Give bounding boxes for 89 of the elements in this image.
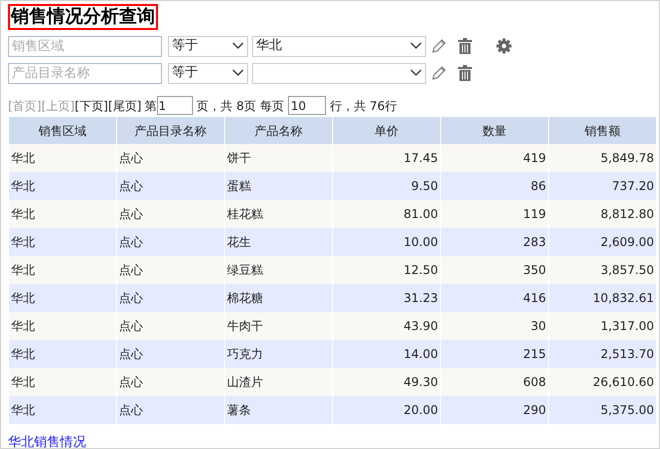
table-cell-text: 点心 <box>118 290 144 307</box>
page-input[interactable]: 1 <box>156 96 192 115</box>
table-cell-text: 华北 <box>10 178 36 195</box>
pencil-icon[interactable] <box>431 65 447 81</box>
column-header: 单价 <box>332 117 440 144</box>
table-cell-text: 华北 <box>10 318 36 335</box>
input-field[interactable]: 产品目录名称 <box>8 62 162 84</box>
table-cell-text: 31.23 <box>402 290 439 307</box>
pencil-icon[interactable] <box>431 38 447 54</box>
table-cell-text: 点心 <box>118 178 144 195</box>
table-cell-text: 华北 <box>10 262 36 279</box>
table-cell-text: 20.00 <box>402 402 439 419</box>
input-field[interactable]: 销售区域 <box>8 36 162 56</box>
table-cell-text: 1,317.00 <box>600 318 655 335</box>
table-cell-text: 点心 <box>118 346 144 363</box>
table-cell-text: 华北 <box>10 150 36 167</box>
per-page-input[interactable]: 10 <box>288 96 326 115</box>
table-cell-text: 华北 <box>10 346 36 363</box>
table-cell-text: 桂花糕 <box>226 206 264 223</box>
trash-icon[interactable] <box>458 38 472 54</box>
table-cell-text: 14.00 <box>402 346 439 363</box>
table-cell-text: 华北 <box>10 374 36 391</box>
table-cell-text: 416 <box>522 290 547 307</box>
table-cell-text: 419 <box>522 150 547 167</box>
pager-text: 页，共 8页 每页 <box>196 98 284 114</box>
table-cell-text: 点心 <box>118 318 144 335</box>
table-cell-text: 30 <box>530 318 547 335</box>
table-cell-text: 点心 <box>118 206 144 223</box>
table-cell-text: 绿豆糕 <box>226 262 264 279</box>
table-cell-text: 5,375.00 <box>600 402 655 419</box>
column-header: 数量 <box>440 117 548 144</box>
caret-icon <box>232 69 244 77</box>
table-cell-text: 点心 <box>118 150 144 167</box>
table-cell-text: 棉花糖 <box>226 290 264 307</box>
operator-dropdown[interactable]: 等于 <box>168 36 248 56</box>
table-cell-text: 2,609.00 <box>600 234 655 251</box>
settings-icon[interactable] <box>496 38 512 54</box>
table-cell-text: 点心 <box>118 374 144 391</box>
table-cell-text: 华北 <box>10 206 36 223</box>
table-cell-text: 8,812.80 <box>600 206 655 223</box>
column-header: 销售额 <box>548 117 656 144</box>
table-cell-text: 737.20 <box>611 178 655 195</box>
table-cell-text: 巧克力 <box>226 346 264 363</box>
table-cell-text: 283 <box>522 234 547 251</box>
table-cell-text: 10,832.61 <box>592 290 655 307</box>
table-cell-text: 81.00 <box>402 206 439 223</box>
table-cell-text: 花生 <box>226 234 252 251</box>
caret-icon <box>232 42 244 50</box>
table-cell-text: 饼干 <box>226 150 252 167</box>
table-cell-text: 华北 <box>10 234 36 251</box>
table-cell-text: 119 <box>522 206 547 223</box>
report-link[interactable]: 华北销售情况 <box>8 433 86 449</box>
page-title: 销售情况分析查询 <box>8 4 158 30</box>
table-cell-text: 5,849.78 <box>600 150 655 167</box>
operator-dropdown[interactable]: 等于 <box>168 62 248 84</box>
table-cell-text: 薯条 <box>226 402 252 419</box>
table-cell-text: 608 <box>522 374 547 391</box>
table-cell-text: 9.50 <box>410 178 439 195</box>
table-cell-text: 2,513.70 <box>600 346 655 363</box>
column-header: 产品名称 <box>224 117 332 144</box>
table-cell-text: 点心 <box>118 402 144 419</box>
caret-icon <box>410 69 422 77</box>
table-cell-text: 86 <box>530 178 547 195</box>
table-cell-text: 43.90 <box>402 318 439 335</box>
column-header: 销售区域 <box>8 117 116 144</box>
table-cell-text: 215 <box>522 346 547 363</box>
table-cell-text: 290 <box>522 402 547 419</box>
table-cell-text: 华北 <box>10 402 36 419</box>
pager-link[interactable]: [尾页] <box>108 96 142 114</box>
table-cell-text: 华北 <box>10 290 36 307</box>
pager-text: 第 <box>144 98 156 114</box>
caret-icon <box>410 42 422 50</box>
trash-icon[interactable] <box>458 65 472 81</box>
table-cell-text: 350 <box>522 262 547 279</box>
table-cell-text: 17.45 <box>402 150 439 167</box>
table-cell-text: 3,857.50 <box>600 262 655 279</box>
pager-link[interactable]: [下页] <box>74 96 108 114</box>
table-cell-text: 山渣片 <box>226 374 264 391</box>
table-cell-text: 牛肉干 <box>226 318 264 335</box>
column-header: 产品目录名称 <box>116 117 224 144</box>
pager-text: 行，共 76行 <box>330 98 397 114</box>
table-cell-text: 49.30 <box>402 374 439 391</box>
table-cell-text: 点心 <box>118 262 144 279</box>
table-cell-text: 12.50 <box>402 262 439 279</box>
table-cell-text: 蛋糕 <box>226 178 252 195</box>
table-cell-text: 点心 <box>118 234 144 251</box>
table-cell-text: 10.00 <box>402 234 439 251</box>
value-dropdown[interactable]: 华北 <box>252 36 426 56</box>
table-cell-text: 26,610.60 <box>592 374 655 391</box>
